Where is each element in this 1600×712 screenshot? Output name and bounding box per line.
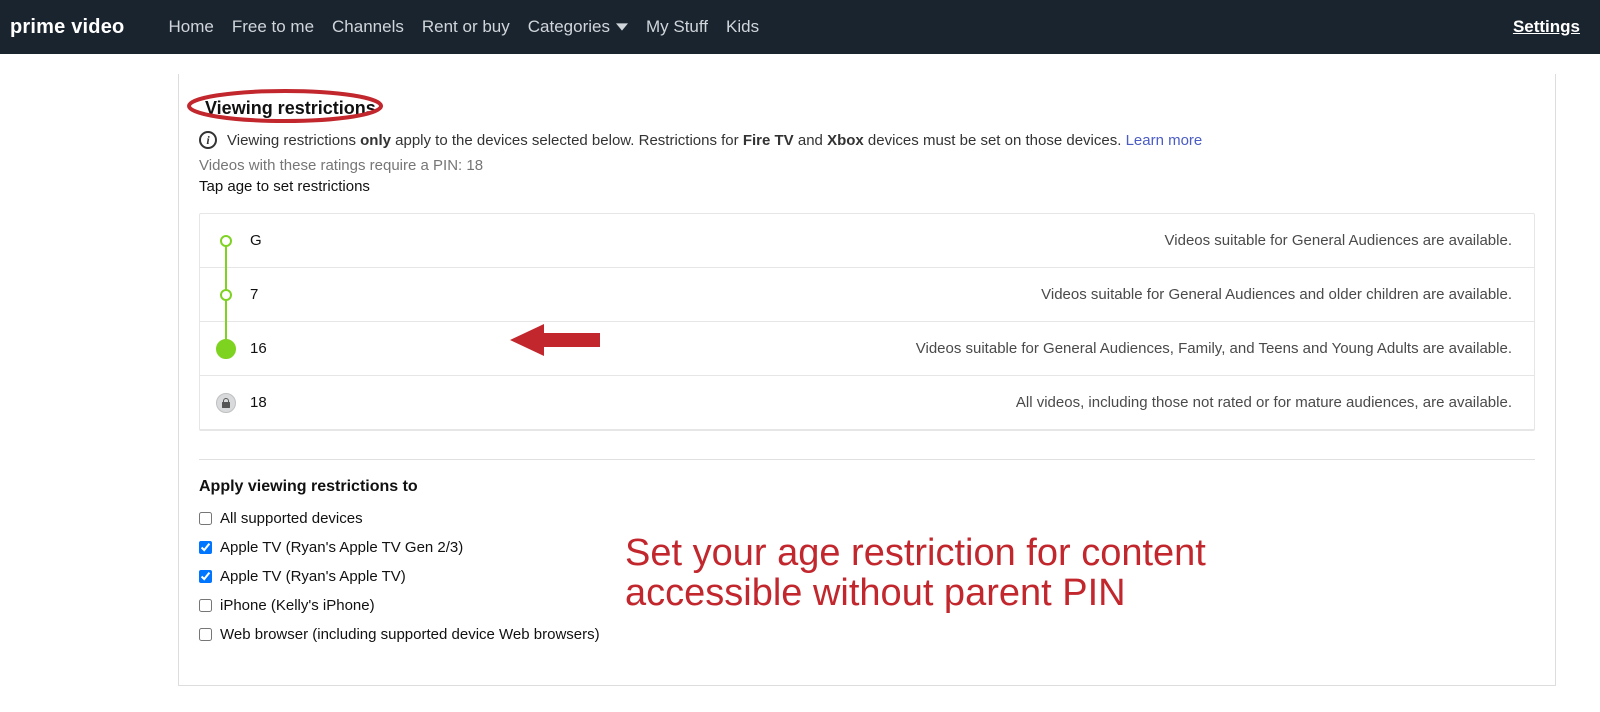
- nav-my-stuff[interactable]: My Stuff: [646, 17, 708, 37]
- pin-requirement-text: Videos with these ratings require a PIN:…: [199, 157, 1535, 174]
- nav-free-to-me[interactable]: Free to me: [232, 17, 314, 37]
- device-checkbox-all[interactable]: [199, 512, 212, 525]
- nav-channels[interactable]: Channels: [332, 17, 404, 37]
- age-desc: Videos suitable for General Audiences ar…: [310, 232, 1512, 249]
- chevron-down-icon: [616, 21, 628, 33]
- age-node-7: [220, 289, 232, 301]
- age-desc: Videos suitable for General Audiences, F…: [310, 340, 1512, 357]
- info-post: devices must be set on those devices.: [864, 132, 1126, 149]
- age-row-18[interactable]: 18 All videos, including those not rated…: [200, 376, 1534, 430]
- lock-icon: [221, 398, 231, 408]
- section-heading-wrap: Viewing restrictions: [199, 96, 382, 121]
- nav-settings[interactable]: Settings: [1513, 17, 1580, 37]
- tap-instruction-text: Tap age to set restrictions: [199, 178, 1535, 195]
- device-label: iPhone (Kelly's iPhone): [220, 597, 375, 614]
- device-row-appletv[interactable]: Apple TV (Ryan's Apple TV): [199, 568, 1535, 585]
- age-row-g[interactable]: G Videos suitable for General Audiences …: [200, 214, 1534, 268]
- device-row-web[interactable]: Web browser (including supported device …: [199, 626, 1535, 643]
- info-text: Viewing restrictions only apply to the d…: [227, 132, 1202, 149]
- info-mid: apply to the devices selected below. Res…: [391, 132, 743, 149]
- nav-rent-or-buy[interactable]: Rent or buy: [422, 17, 510, 37]
- device-checkbox-web[interactable]: [199, 628, 212, 641]
- info-fire: Fire TV: [743, 132, 794, 149]
- age-row-16[interactable]: 16 Videos suitable for General Audiences…: [200, 322, 1534, 376]
- device-label: Web browser (including supported device …: [220, 626, 600, 643]
- age-label: 16: [250, 340, 310, 357]
- age-row-7[interactable]: 7 Videos suitable for General Audiences …: [200, 268, 1534, 322]
- device-checkbox-iphone[interactable]: [199, 599, 212, 612]
- age-desc: All videos, including those not rated or…: [310, 394, 1512, 411]
- section-title: Viewing restrictions: [199, 96, 382, 121]
- device-checkbox-appletv[interactable]: [199, 570, 212, 583]
- device-label: Apple TV (Ryan's Apple TV): [220, 568, 406, 585]
- age-rating-list: G Videos suitable for General Audiences …: [199, 213, 1535, 431]
- nav-menu: Home Free to me Channels Rent or buy Cat…: [168, 17, 759, 37]
- top-nav: prime video Home Free to me Channels Ren…: [0, 0, 1600, 54]
- nav-kids[interactable]: Kids: [726, 17, 759, 37]
- info-only: only: [360, 132, 391, 149]
- nav-categories-label: Categories: [528, 17, 610, 37]
- devices-title: Apply viewing restrictions to: [199, 478, 1535, 496]
- age-label: 7: [250, 286, 310, 303]
- info-pre: Viewing restrictions: [227, 132, 360, 149]
- nav-categories[interactable]: Categories: [528, 17, 628, 37]
- device-row-iphone[interactable]: iPhone (Kelly's iPhone): [199, 597, 1535, 614]
- device-checkbox-appletv-gen23[interactable]: [199, 541, 212, 554]
- device-label: All supported devices: [220, 510, 363, 527]
- age-label: 18: [250, 394, 310, 411]
- device-row-appletv-gen23[interactable]: Apple TV (Ryan's Apple TV Gen 2/3): [199, 539, 1535, 556]
- learn-more-link[interactable]: Learn more: [1126, 132, 1203, 149]
- age-node-16-selected: [216, 339, 236, 359]
- info-xbox: Xbox: [827, 132, 864, 149]
- section-divider: [199, 459, 1535, 460]
- info-and: and: [794, 132, 827, 149]
- device-row-all[interactable]: All supported devices: [199, 510, 1535, 527]
- age-node-g: [220, 235, 232, 247]
- brand-logo[interactable]: prime video: [10, 16, 124, 39]
- info-icon: i: [199, 131, 217, 149]
- device-label: Apple TV (Ryan's Apple TV Gen 2/3): [220, 539, 463, 556]
- page-body: Viewing restrictions i Viewing restricti…: [0, 54, 1600, 686]
- age-desc: Videos suitable for General Audiences an…: [310, 286, 1512, 303]
- nav-home[interactable]: Home: [168, 17, 213, 37]
- age-label: G: [250, 232, 310, 249]
- age-node-18-locked: [216, 393, 236, 413]
- settings-card: Viewing restrictions i Viewing restricti…: [178, 74, 1556, 686]
- info-line: i Viewing restrictions only apply to the…: [199, 131, 1535, 149]
